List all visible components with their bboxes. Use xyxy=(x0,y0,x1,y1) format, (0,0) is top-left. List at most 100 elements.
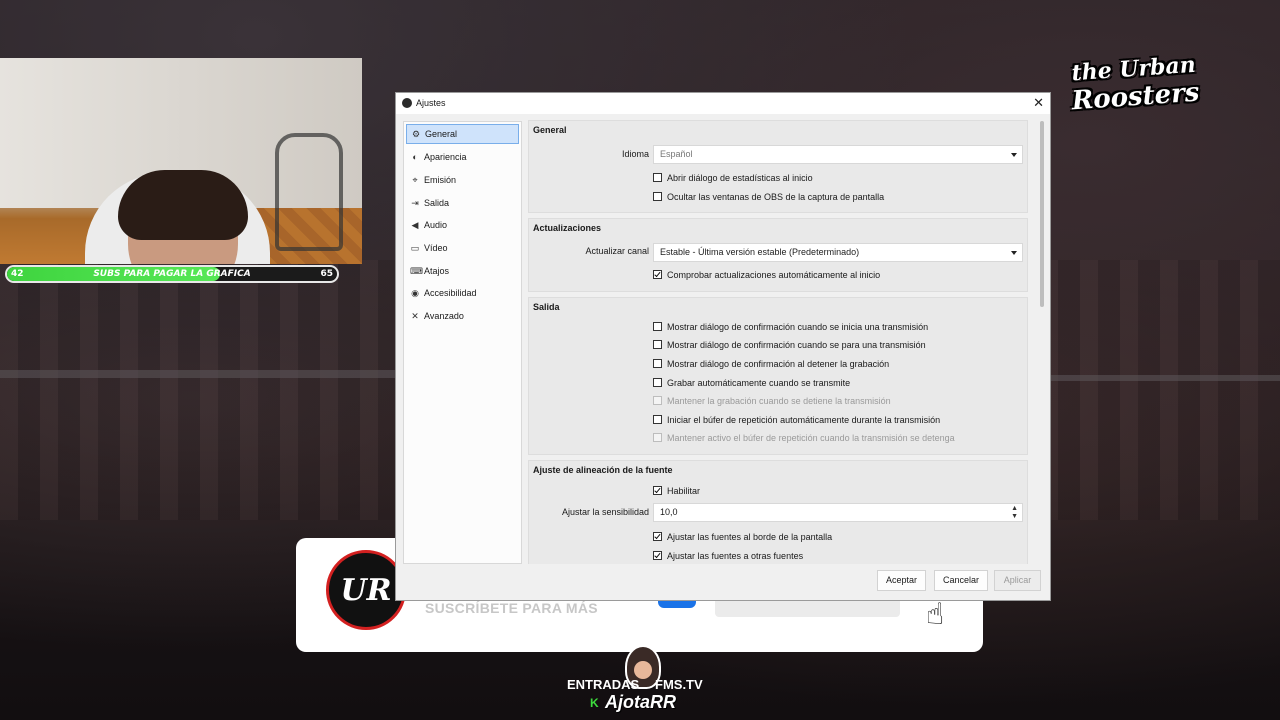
spin-up-icon[interactable]: ▲ xyxy=(1011,505,1018,512)
check-confirm-stop-recording[interactable]: Mostrar diálogo de confirmación al deten… xyxy=(653,358,889,370)
dialog-title: Ajustes xyxy=(416,98,446,108)
speaker-icon: ◀ xyxy=(411,220,419,230)
sidebar-item-label: Vídeo xyxy=(424,243,448,253)
check-label: Habilitar xyxy=(667,486,701,496)
check-auto-record[interactable]: Grabar automáticamente cuando se transmi… xyxy=(653,377,850,389)
check-label: Mantener activo el búfer de repetición c… xyxy=(667,433,955,443)
group-header-snapping: Ajuste de alineación de la fuente xyxy=(533,465,673,475)
check-label: Ajustar las fuentes al borde de la panta… xyxy=(667,532,833,542)
settings-sidebar: ⚙ General ◐ Apariencia ⌖ Emisión ⇥ Salid… xyxy=(403,121,522,564)
wrench-icon: ✕ xyxy=(411,311,419,321)
content-scrollbar[interactable] xyxy=(1040,121,1044,307)
stage-rail-right xyxy=(1050,375,1280,381)
checkbox[interactable] xyxy=(653,378,662,387)
check-label: Iniciar el búfer de repetición automátic… xyxy=(667,415,941,425)
settings-content: General Idioma Español Abrir diálogo de … xyxy=(528,120,1038,564)
sensitivity-value: 10,0 xyxy=(660,507,678,517)
check-confirm-stop[interactable]: Mostrar diálogo de confirmación cuando s… xyxy=(653,339,926,351)
accept-button[interactable]: Aceptar xyxy=(877,570,926,591)
checkbox[interactable] xyxy=(653,322,662,331)
palette-icon: ◐ xyxy=(412,152,418,162)
group-general: General Idioma Español Abrir diálogo de … xyxy=(528,120,1028,213)
urban-roosters-logo: the Urban Roosters xyxy=(1070,51,1201,117)
sidebar-item-atajos[interactable]: ⌨ Atajos xyxy=(406,261,519,281)
sidebar-item-label: General xyxy=(425,129,458,139)
sidebar-item-video[interactable]: ▭ Vídeo xyxy=(406,238,519,258)
check-label: Mostrar diálogo de confirmación cuando s… xyxy=(667,322,929,332)
output-icon: ⇥ xyxy=(411,198,419,208)
ur-logo: UR xyxy=(326,550,406,630)
close-icon[interactable]: ✕ xyxy=(1033,95,1044,110)
checkbox[interactable] xyxy=(653,415,662,424)
sidebar-item-accesibilidad[interactable]: ◉ Accesibilidad xyxy=(406,283,519,303)
update-channel-label: Actualizar canal xyxy=(585,246,649,256)
check-enable-snapping[interactable]: Habilitar xyxy=(653,485,700,497)
sidebar-item-general[interactable]: ⚙ General xyxy=(406,124,519,144)
antenna-icon: ⌖ xyxy=(412,175,418,185)
sidebar-item-label: Accesibilidad xyxy=(424,288,477,298)
check-auto-replay-buffer[interactable]: Iniciar el búfer de repetición automátic… xyxy=(653,414,940,426)
sidebar-item-audio[interactable]: ◀ Audio xyxy=(406,215,519,235)
check-label: Mantener la grabación cuando se detiene … xyxy=(667,396,891,406)
check-label: Abrir diálogo de estadísticas al inicio xyxy=(667,173,813,183)
check-label: Ajustar las fuentes a otras fuentes xyxy=(667,551,804,561)
subscribe-text: SUSCRÍBETE PARA MÁS xyxy=(425,600,598,616)
sidebar-item-label: Avanzado xyxy=(424,311,464,321)
webcam-feed xyxy=(0,58,362,264)
check-stats-dialog[interactable]: Abrir diálogo de estadísticas al inicio xyxy=(653,172,813,184)
check-label: Comprobar actualizaciones automáticament… xyxy=(667,270,881,280)
checkbox[interactable] xyxy=(653,551,662,560)
idioma-select[interactable]: Español xyxy=(653,145,1023,164)
group-snapping: Ajuste de alineación de la fuente Habili… xyxy=(528,460,1028,564)
accessibility-icon: ◉ xyxy=(411,288,419,298)
check-snap-other-sources[interactable]: Ajustar las fuentes a otras fuentes xyxy=(653,550,803,562)
spin-down-icon[interactable]: ▼ xyxy=(1011,513,1018,520)
gear-icon: ⚙ xyxy=(411,129,421,139)
dialog-titlebar: Ajustes ✕ xyxy=(396,93,1050,114)
check-snap-screen-edge[interactable]: Ajustar las fuentes al borde de la panta… xyxy=(653,531,832,543)
update-channel-select[interactable]: Estable - Última versión estable (Predet… xyxy=(653,243,1023,262)
sensitivity-spinbox[interactable]: 10,0 ▲ ▼ xyxy=(653,503,1023,522)
check-label: Grabar automáticamente cuando se transmi… xyxy=(667,378,851,388)
credits-entradas: ENTRADAS xyxy=(567,677,640,692)
idioma-value: Español xyxy=(660,149,693,159)
sidebar-item-emision[interactable]: ⌖ Emisión xyxy=(406,170,519,190)
checkbox[interactable] xyxy=(653,532,662,541)
credits-k: K xyxy=(590,696,599,710)
checkbox[interactable] xyxy=(653,359,662,368)
check-label: Mostrar diálogo de confirmación cuando s… xyxy=(667,340,926,350)
cancel-button[interactable]: Cancelar xyxy=(934,570,988,591)
check-confirm-start[interactable]: Mostrar diálogo de confirmación cuando s… xyxy=(653,321,928,333)
checkbox[interactable] xyxy=(653,192,662,201)
checkbox[interactable] xyxy=(653,340,662,349)
check-keep-recording: Mantener la grabación cuando se detiene … xyxy=(653,395,891,407)
stage-rail xyxy=(0,370,400,378)
subs-goal-target: 65 xyxy=(320,269,333,279)
banner-grey-bar xyxy=(715,600,900,617)
settings-dialog: Ajustes ✕ ⚙ General ◐ Apariencia ⌖ Emisi… xyxy=(396,93,1050,600)
checkbox[interactable] xyxy=(653,173,662,182)
idioma-label: Idioma xyxy=(621,149,649,159)
subs-goal-label: SUBS PARA PAGAR LA GRAFICA xyxy=(93,269,251,279)
checkbox[interactable] xyxy=(653,270,662,279)
checkbox xyxy=(653,396,662,405)
check-label: Ocultar las ventanas de OBS de la captur… xyxy=(667,192,885,202)
group-updates: Actualizaciones Actualizar canal Estable… xyxy=(528,218,1028,292)
pointer-hand-icon: ☝ xyxy=(926,597,945,632)
sidebar-item-salida[interactable]: ⇥ Salida xyxy=(406,193,519,213)
group-output: Salida Mostrar diálogo de confirmación c… xyxy=(528,297,1028,455)
sidebar-item-label: Audio xyxy=(424,220,448,230)
chevron-down-icon xyxy=(1011,153,1017,157)
checkbox[interactable] xyxy=(653,486,662,495)
check-auto-updates[interactable]: Comprobar actualizaciones automáticament… xyxy=(653,269,880,281)
checkbox xyxy=(653,433,662,442)
apply-button: Aplicar xyxy=(994,570,1041,591)
check-keep-replay-buffer: Mantener activo el búfer de repetición c… xyxy=(653,432,955,444)
obs-icon xyxy=(402,98,412,108)
chevron-down-icon xyxy=(1011,251,1017,255)
webcam-person-hair xyxy=(118,170,248,240)
keyboard-icon: ⌨ xyxy=(410,266,423,276)
check-hide-obs-windows[interactable]: Ocultar las ventanas de OBS de la captur… xyxy=(653,191,884,203)
sidebar-item-apariencia[interactable]: ◐ Apariencia xyxy=(406,147,519,167)
sidebar-item-avanzado[interactable]: ✕ Avanzado xyxy=(406,306,519,326)
